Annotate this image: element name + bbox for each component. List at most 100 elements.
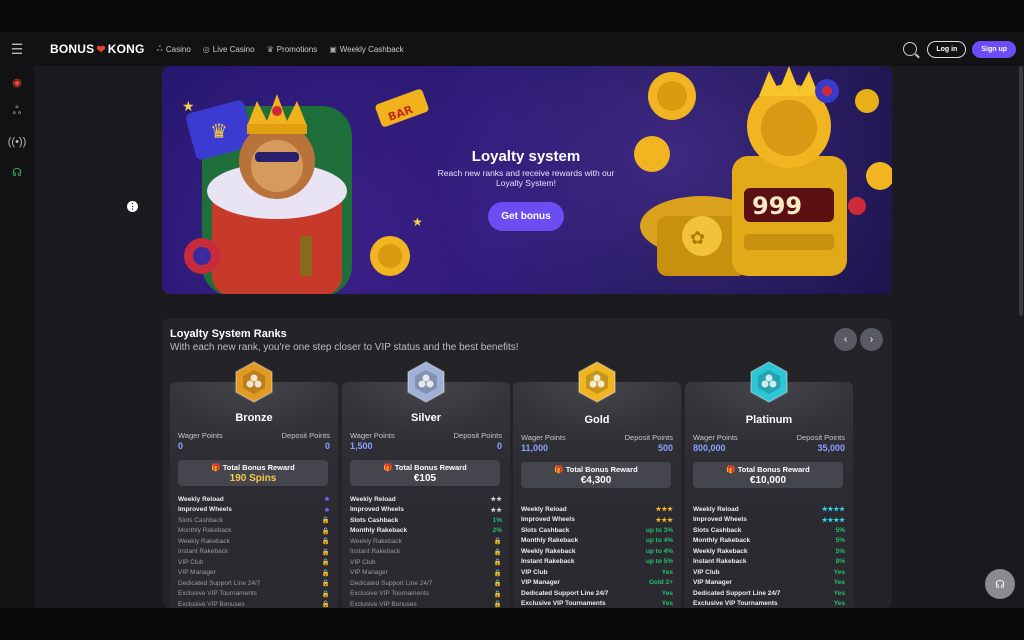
perk-label: VIP Club: [693, 568, 720, 576]
perk-row: Slots Cashback 1%: [350, 515, 502, 526]
svg-text:★: ★: [182, 99, 195, 115]
lock-icon: 🔒: [321, 590, 330, 598]
perk-label: Slots Cashback: [693, 526, 742, 534]
support-chat-button[interactable]: ☊: [985, 569, 1015, 599]
perk-label: VIP Club: [178, 558, 204, 566]
perk-row: Slots Cashback 🔒: [178, 515, 330, 526]
rank-name: Silver: [411, 412, 441, 424]
site-logo[interactable]: BONUS ❤ KONG: [50, 42, 145, 56]
deposit-points-value: 500: [657, 443, 673, 453]
perk-label: Instant Rakeback: [178, 548, 229, 556]
wager-points-label: Wager Points: [693, 433, 738, 442]
svg-text:✿: ✿: [690, 228, 705, 249]
perk-value: ★★: [490, 506, 502, 514]
perk-row: Instant Rakeback 🔒: [350, 547, 502, 558]
perk-value: 5%: [835, 537, 845, 545]
perk-list: Weekly Reload ★★★ Improved Wheels ★★★ Slots …: [521, 504, 673, 608]
perk-value: up to 5%: [645, 558, 673, 566]
perk-value: ★: [324, 496, 330, 504]
perk-label: Instant Rakeback: [521, 558, 575, 566]
logo-text-left: BONUS: [50, 42, 95, 56]
perk-label: Improved Wheels: [693, 516, 747, 524]
perk-row: Weekly Reload ★: [178, 494, 330, 505]
perk-value: 5%: [835, 547, 845, 555]
lock-icon: 🔒: [321, 601, 330, 608]
reward-label-text: Total Bonus Reward: [394, 463, 467, 472]
rank-card-silver: Silver Wager Points Deposit Points 1,500 0 🎁 …: [342, 361, 510, 608]
reward-label: 🎁 Total Bonus Reward: [350, 463, 500, 472]
perk-row: VIP Manager Gold 2+: [521, 578, 673, 589]
target-icon[interactable]: ◉: [9, 74, 25, 90]
points-values: 1,500 0: [350, 441, 502, 451]
perk-row: Improved Wheels ★: [178, 505, 330, 516]
rank-name: Bronze: [235, 412, 273, 424]
wager-points-label: Wager Points: [178, 431, 223, 440]
nav-weekly-cashback[interactable]: ▣ Weekly Cashback: [329, 44, 403, 54]
deposit-points-label: Deposit Points: [624, 433, 673, 442]
get-bonus-button[interactable]: Get bonus: [488, 202, 564, 232]
login-button[interactable]: Log in: [927, 40, 967, 58]
reward-value: €4,300: [580, 475, 612, 486]
perk-row: Monthly Rakeback 2%: [350, 526, 502, 537]
perk-label: Slots Cashback: [350, 516, 399, 524]
king-lion-illustration: ♛ BAR ★ ★: [182, 89, 429, 294]
headset-icon: ☊: [995, 578, 1005, 591]
reward-label: 🎁 Total Bonus Reward: [521, 465, 671, 474]
perk-label: Weekly Rakeback: [350, 537, 402, 545]
perk-label: VIP Manager: [693, 579, 732, 587]
signup-button[interactable]: Sign up: [972, 40, 1016, 58]
carousel-next-button[interactable]: ›: [860, 328, 883, 351]
perk-label: Weekly Reload: [350, 495, 396, 503]
perk-label: Instant Rakeback: [693, 558, 747, 566]
reward-label-text: Total Bonus Reward: [565, 465, 638, 474]
perk-row: Dedicated Support Line 24/7 🔒: [178, 578, 330, 589]
perk-row: Weekly Rakeback 🔒: [350, 536, 502, 547]
perk-row: Weekly Reload ★★: [350, 494, 502, 505]
perk-row: VIP Club 🔒: [178, 557, 330, 568]
perk-row: Monthly Rakeback 5%: [693, 536, 845, 547]
perk-label: Weekly Rakeback: [178, 537, 230, 545]
perk-label: VIP Club: [521, 568, 548, 576]
nav-casino[interactable]: ஃ Casino: [157, 44, 191, 54]
nav-promotions[interactable]: ♛ Promotions: [267, 44, 318, 54]
carousel-prev-button[interactable]: ‹: [834, 328, 857, 351]
support-agent-icon[interactable]: ☊: [9, 164, 25, 180]
page-scrollbar[interactable]: [1019, 66, 1023, 316]
perk-row: Weekly Rakeback up to 4%: [521, 546, 673, 557]
lock-icon: 🔒: [321, 538, 330, 546]
perk-row: Instant Rakeback 🔒: [178, 547, 330, 558]
perk-row: Weekly Reload ★★★★: [693, 504, 845, 515]
perk-label: VIP Club: [350, 558, 376, 566]
perk-label: Slots Cashback: [521, 526, 570, 534]
live-icon[interactable]: ((•)): [8, 134, 27, 150]
perk-label: Exclusive VIP Tournaments: [350, 590, 429, 598]
perk-row: VIP Club 🔒: [350, 557, 502, 568]
gift-icon: 🎁: [554, 465, 564, 474]
main-nav: ஃ Casino ◎ Live Casino ♛ Promotions ▣ Weekly…: [157, 44, 404, 54]
cherries-icon[interactable]: ஃ: [9, 104, 25, 120]
wager-points-value: 1,500: [350, 441, 373, 451]
lock-icon: 🔒: [321, 569, 330, 577]
search-icon[interactable]: [903, 42, 918, 56]
info-icon[interactable]: ⋮: [127, 201, 138, 212]
rank-badge-icon: [750, 361, 788, 403]
perk-label: Exclusive VIP Tournaments: [178, 590, 257, 598]
loyalty-banner: ♛ BAR ★ ★ ✿ 999 Loyalty system Reach new…: [162, 66, 892, 294]
total-bonus-reward: 🎁 Total Bonus Reward 190 Spins: [178, 460, 328, 486]
perk-label: Monthly Rakeback: [178, 527, 232, 535]
menu-icon[interactable]: ☰: [0, 32, 34, 66]
bottom-black-strip: [0, 608, 1024, 640]
perk-value: Yes: [661, 568, 673, 576]
lock-icon: 🔒: [321, 548, 330, 556]
wager-points-value: 0: [178, 441, 184, 451]
nav-live-casino[interactable]: ◎ Live Casino: [203, 44, 255, 54]
banner-text-block: Loyalty system Reach new ranks and recei…: [428, 148, 624, 232]
perk-label: Dedicated Support Line 24/7: [693, 589, 781, 597]
points-labels: Wager Points Deposit Points: [178, 431, 330, 440]
perk-row: Slots Cashback 5%: [693, 525, 845, 536]
perk-row: Exclusive VIP Tournaments 🔒: [350, 589, 502, 600]
lock-icon: 🔒: [493, 559, 502, 567]
ranks-subtitle: With each new rank, you're one step clos…: [170, 342, 519, 353]
perk-row: Slots Cashback up to 3%: [521, 525, 673, 536]
lock-icon: 🔒: [321, 559, 330, 567]
